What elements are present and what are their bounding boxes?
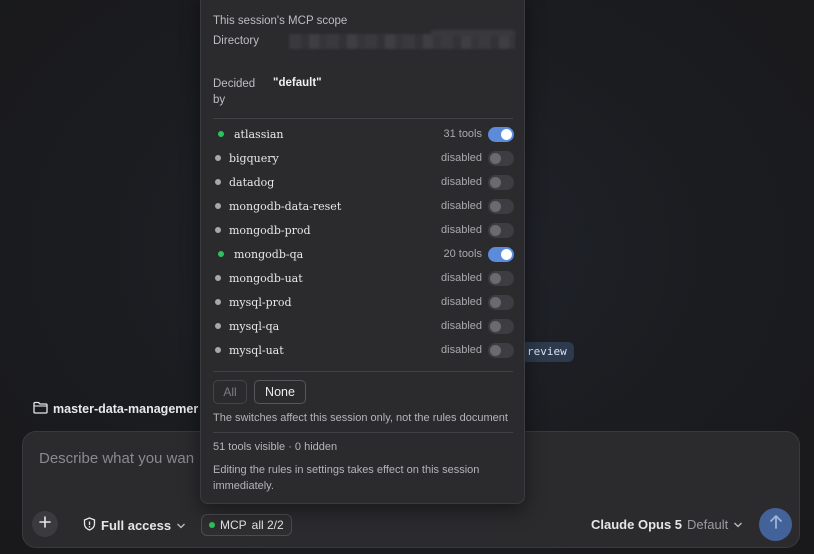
mcp-status-dot [209,522,215,528]
server-row-datadog[interactable]: datadog disabled [213,172,514,192]
mcp-scope-popup: This session's MCP scope Directory Decid… [200,0,525,504]
review-chip: review [521,342,574,362]
select-none-button[interactable]: None [254,380,306,404]
arrow-up-icon [769,514,783,535]
server-status: disabled [441,320,482,332]
server-row-atlassian[interactable]: atlassian 31 tools [213,124,514,144]
server-row-mongodb-uat[interactable]: mongodb-uat disabled [213,268,514,288]
server-name: atlassian [234,127,284,141]
toggle-knob [490,200,501,212]
server-toggle[interactable] [488,294,514,310]
decided-by-label: Decided by [213,76,255,108]
plus-icon [39,515,51,533]
server-status: disabled [441,176,482,188]
toggle-knob [490,296,501,308]
server-toggle[interactable] [488,150,514,166]
divider [213,118,513,119]
divider [213,432,513,433]
server-status-dot [215,323,221,329]
server-status: disabled [441,272,482,284]
server-name: bigquery [229,151,279,165]
shield-icon [83,517,96,534]
server-status-dot [215,299,221,305]
workspace-folder[interactable]: master-data-managemer [33,400,198,418]
server-toggle[interactable] [488,270,514,286]
directory-value-redacted [289,34,515,49]
toggle-knob [490,344,501,356]
server-status-dot [215,155,221,161]
access-selector[interactable]: Full access [83,517,186,534]
server-toggle[interactable] [488,198,514,214]
server-status: 31 tools [443,128,482,140]
access-label: Full access [101,518,172,533]
popup-title: This session's MCP scope [213,15,348,27]
server-status: disabled [441,152,482,164]
mcp-scope-button[interactable]: MCP all 2/2 [201,514,292,536]
server-row-mysql-prod[interactable]: mysql-prod disabled [213,292,514,312]
server-status: 20 tools [443,248,482,260]
toggle-knob [501,248,512,260]
toggle-knob [490,224,501,236]
server-status: disabled [441,224,482,236]
send-button[interactable] [759,508,792,541]
server-name: datadog [229,175,275,189]
chevron-down-icon [733,517,743,532]
server-name: mongodb-prod [229,223,311,237]
folder-name: master-data-managemer [53,402,199,416]
server-toggle[interactable] [488,126,514,142]
switch-note: The switches affect this session only, n… [213,412,508,424]
server-name: mysql-prod [229,295,292,309]
server-status: disabled [441,344,482,356]
visible-count: 51 tools visible · 0 hidden [213,441,338,453]
toggle-knob [490,152,501,164]
model-selector[interactable]: Claude Opus 5 Default [591,517,743,532]
toggle-knob [490,176,501,188]
server-name: mongodb-qa [234,247,304,261]
server-toggle[interactable] [488,222,514,238]
toggle-knob [501,128,512,140]
server-name: mysql-qa [229,319,280,333]
mcp-label: MCP [220,518,247,532]
prompt-input[interactable]: Describe what you wan [39,450,194,467]
server-toggle[interactable] [488,342,514,358]
server-status-dot [215,227,221,233]
add-attachment-button[interactable] [32,511,58,537]
settings-note: Editing the rules in settings takes effe… [213,464,480,492]
model-variant: Default [687,517,729,532]
server-status-dot [218,131,224,137]
directory-label: Directory [213,35,260,47]
decided-label-line2: by [213,94,226,106]
server-toggle[interactable] [488,246,514,262]
chevron-down-icon [176,518,186,533]
toggle-knob [490,272,501,284]
server-name: mongodb-data-reset [229,199,342,213]
server-status: disabled [441,200,482,212]
server-row-bigquery[interactable]: bigquery disabled [213,148,514,168]
directory-value-redacted-top [431,30,515,36]
toggle-knob [490,320,501,332]
server-status: disabled [441,296,482,308]
decided-label-line1: Decided [213,78,256,90]
model-name: Claude Opus 5 [591,517,683,532]
server-name: mongodb-uat [229,271,303,285]
select-all-button[interactable]: All [213,380,247,404]
server-name: mysql-uat [229,343,284,357]
server-status-dot [215,179,221,185]
server-toggle[interactable] [488,318,514,334]
server-row-mysql-qa[interactable]: mysql-qa disabled [213,316,514,336]
server-status-dot [218,251,224,257]
server-status-dot [215,203,221,209]
server-status-dot [215,275,221,281]
server-row-mongodb-prod[interactable]: mongodb-prod disabled [213,220,514,240]
decided-by-value: "default" [273,77,322,89]
server-row-mysql-uat[interactable]: mysql-uat disabled [213,340,514,360]
divider [213,371,513,372]
mcp-count: all 2/2 [251,518,284,532]
folder-icon [33,401,48,417]
server-row-mongodb-data-reset[interactable]: mongodb-data-reset disabled [213,196,514,216]
server-toggle[interactable] [488,174,514,190]
server-status-dot [215,347,221,353]
server-row-mongodb-qa[interactable]: mongodb-qa 20 tools [213,244,514,264]
